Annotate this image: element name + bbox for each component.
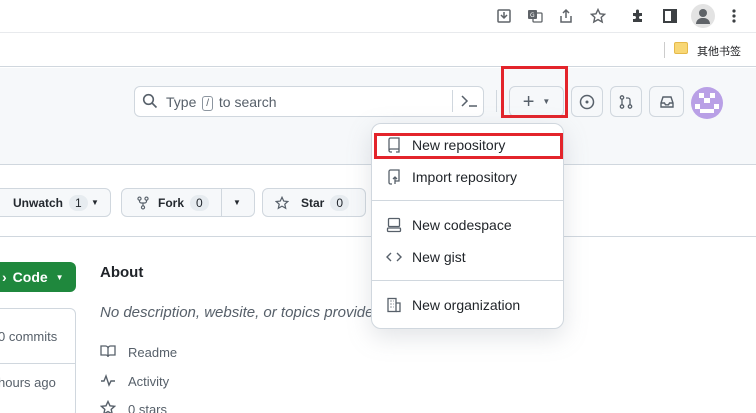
file-box-divider [0, 363, 76, 364]
star-icon [99, 399, 118, 413]
menu-divider [372, 280, 563, 281]
extensions-icon[interactable] [628, 6, 648, 26]
download-icon[interactable] [494, 6, 514, 26]
code-icon [385, 249, 403, 265]
repo-forked-icon [137, 195, 149, 210]
folder-icon[interactable] [674, 42, 688, 54]
file-list-box [0, 308, 76, 413]
issues-button[interactable] [571, 86, 603, 117]
star-button[interactable]: Star 0 [262, 188, 366, 217]
about-heading: About [100, 264, 144, 281]
search-placeholder: Type / to search [166, 94, 277, 111]
code-icon: › [2, 269, 7, 285]
organization-icon [385, 297, 403, 313]
highlight-new-repository [374, 133, 563, 159]
stars-label: 0 stars [128, 402, 168, 413]
code-button[interactable]: › Code ▼ [0, 262, 76, 292]
star-count: 0 [330, 194, 350, 211]
watch-count: 1 [69, 194, 88, 211]
star-label: Star [301, 195, 325, 210]
book-icon [100, 343, 118, 362]
sidepanel-icon[interactable] [660, 6, 680, 26]
bookmark-divider [664, 42, 665, 58]
bookmarks-bar [0, 33, 756, 67]
fork-count: 0 [190, 194, 209, 211]
caret-down-icon: ▼ [91, 198, 99, 207]
caret-down-icon[interactable]: ▼ [233, 198, 241, 207]
search-icon [142, 93, 158, 109]
about-description: No description, website, or topics provi… [100, 304, 386, 321]
fork-label: Fork [158, 195, 185, 210]
translate-icon[interactable]: G [525, 6, 545, 26]
header-separator [496, 90, 497, 112]
pull-requests-button[interactable] [610, 86, 642, 117]
inbox-button[interactable] [649, 86, 684, 117]
star-icon [275, 195, 289, 209]
menu-divider [372, 200, 563, 201]
profile-icon[interactable] [691, 4, 715, 28]
readme-label: Readme [128, 345, 178, 360]
search-prefix: Type [166, 94, 197, 110]
menu-item-label: New codespace [412, 217, 512, 233]
inbox-icon [659, 95, 674, 108]
stars-link[interactable]: 0 stars [99, 399, 168, 413]
menu-item-label: New organization [412, 297, 521, 313]
search-divider [452, 90, 453, 112]
menu-item-new-codespace[interactable]: New codespace [385, 213, 512, 237]
fork-button[interactable]: Fork 0 ▼ [121, 188, 255, 217]
bookmark-folder-label[interactable]: 其他书签 [697, 43, 741, 59]
bookmark-star-icon[interactable] [588, 6, 608, 26]
last-commit-time: hours ago [0, 375, 56, 390]
share-icon[interactable] [556, 6, 576, 26]
activity-label: Activity [128, 374, 170, 389]
user-avatar[interactable] [691, 87, 723, 119]
readme-link[interactable]: Readme [100, 343, 177, 362]
code-button-label: Code [12, 269, 48, 285]
commits-link[interactable]: 0 commits [0, 329, 57, 344]
menu-item-import-repository[interactable]: Import repository [385, 165, 517, 189]
svg-text:G: G [530, 12, 535, 19]
caret-down-icon: ▼ [55, 272, 64, 282]
command-palette-icon[interactable] [460, 93, 480, 113]
menu-item-new-gist[interactable]: New gist [385, 245, 466, 269]
menu-icon[interactable] [724, 6, 744, 26]
menu-item-new-organization[interactable]: New organization [385, 293, 520, 317]
unwatch-button[interactable]: Unwatch 1 ▼ [0, 188, 111, 217]
slash-key-hint: / [202, 96, 214, 111]
menu-item-label: Import repository [412, 169, 518, 185]
pulse-icon [100, 372, 118, 391]
unwatch-label: Unwatch [13, 195, 64, 210]
git-pull-request-icon [619, 94, 633, 109]
highlight-create-button [501, 66, 568, 118]
issue-opened-icon [579, 94, 595, 109]
search-suffix: to search [218, 94, 277, 110]
fork-split-divider [221, 189, 222, 216]
repo-push-icon [385, 169, 403, 185]
codespace-icon [385, 217, 403, 233]
activity-link[interactable]: Activity [100, 372, 169, 391]
menu-item-label: New gist [412, 249, 466, 265]
